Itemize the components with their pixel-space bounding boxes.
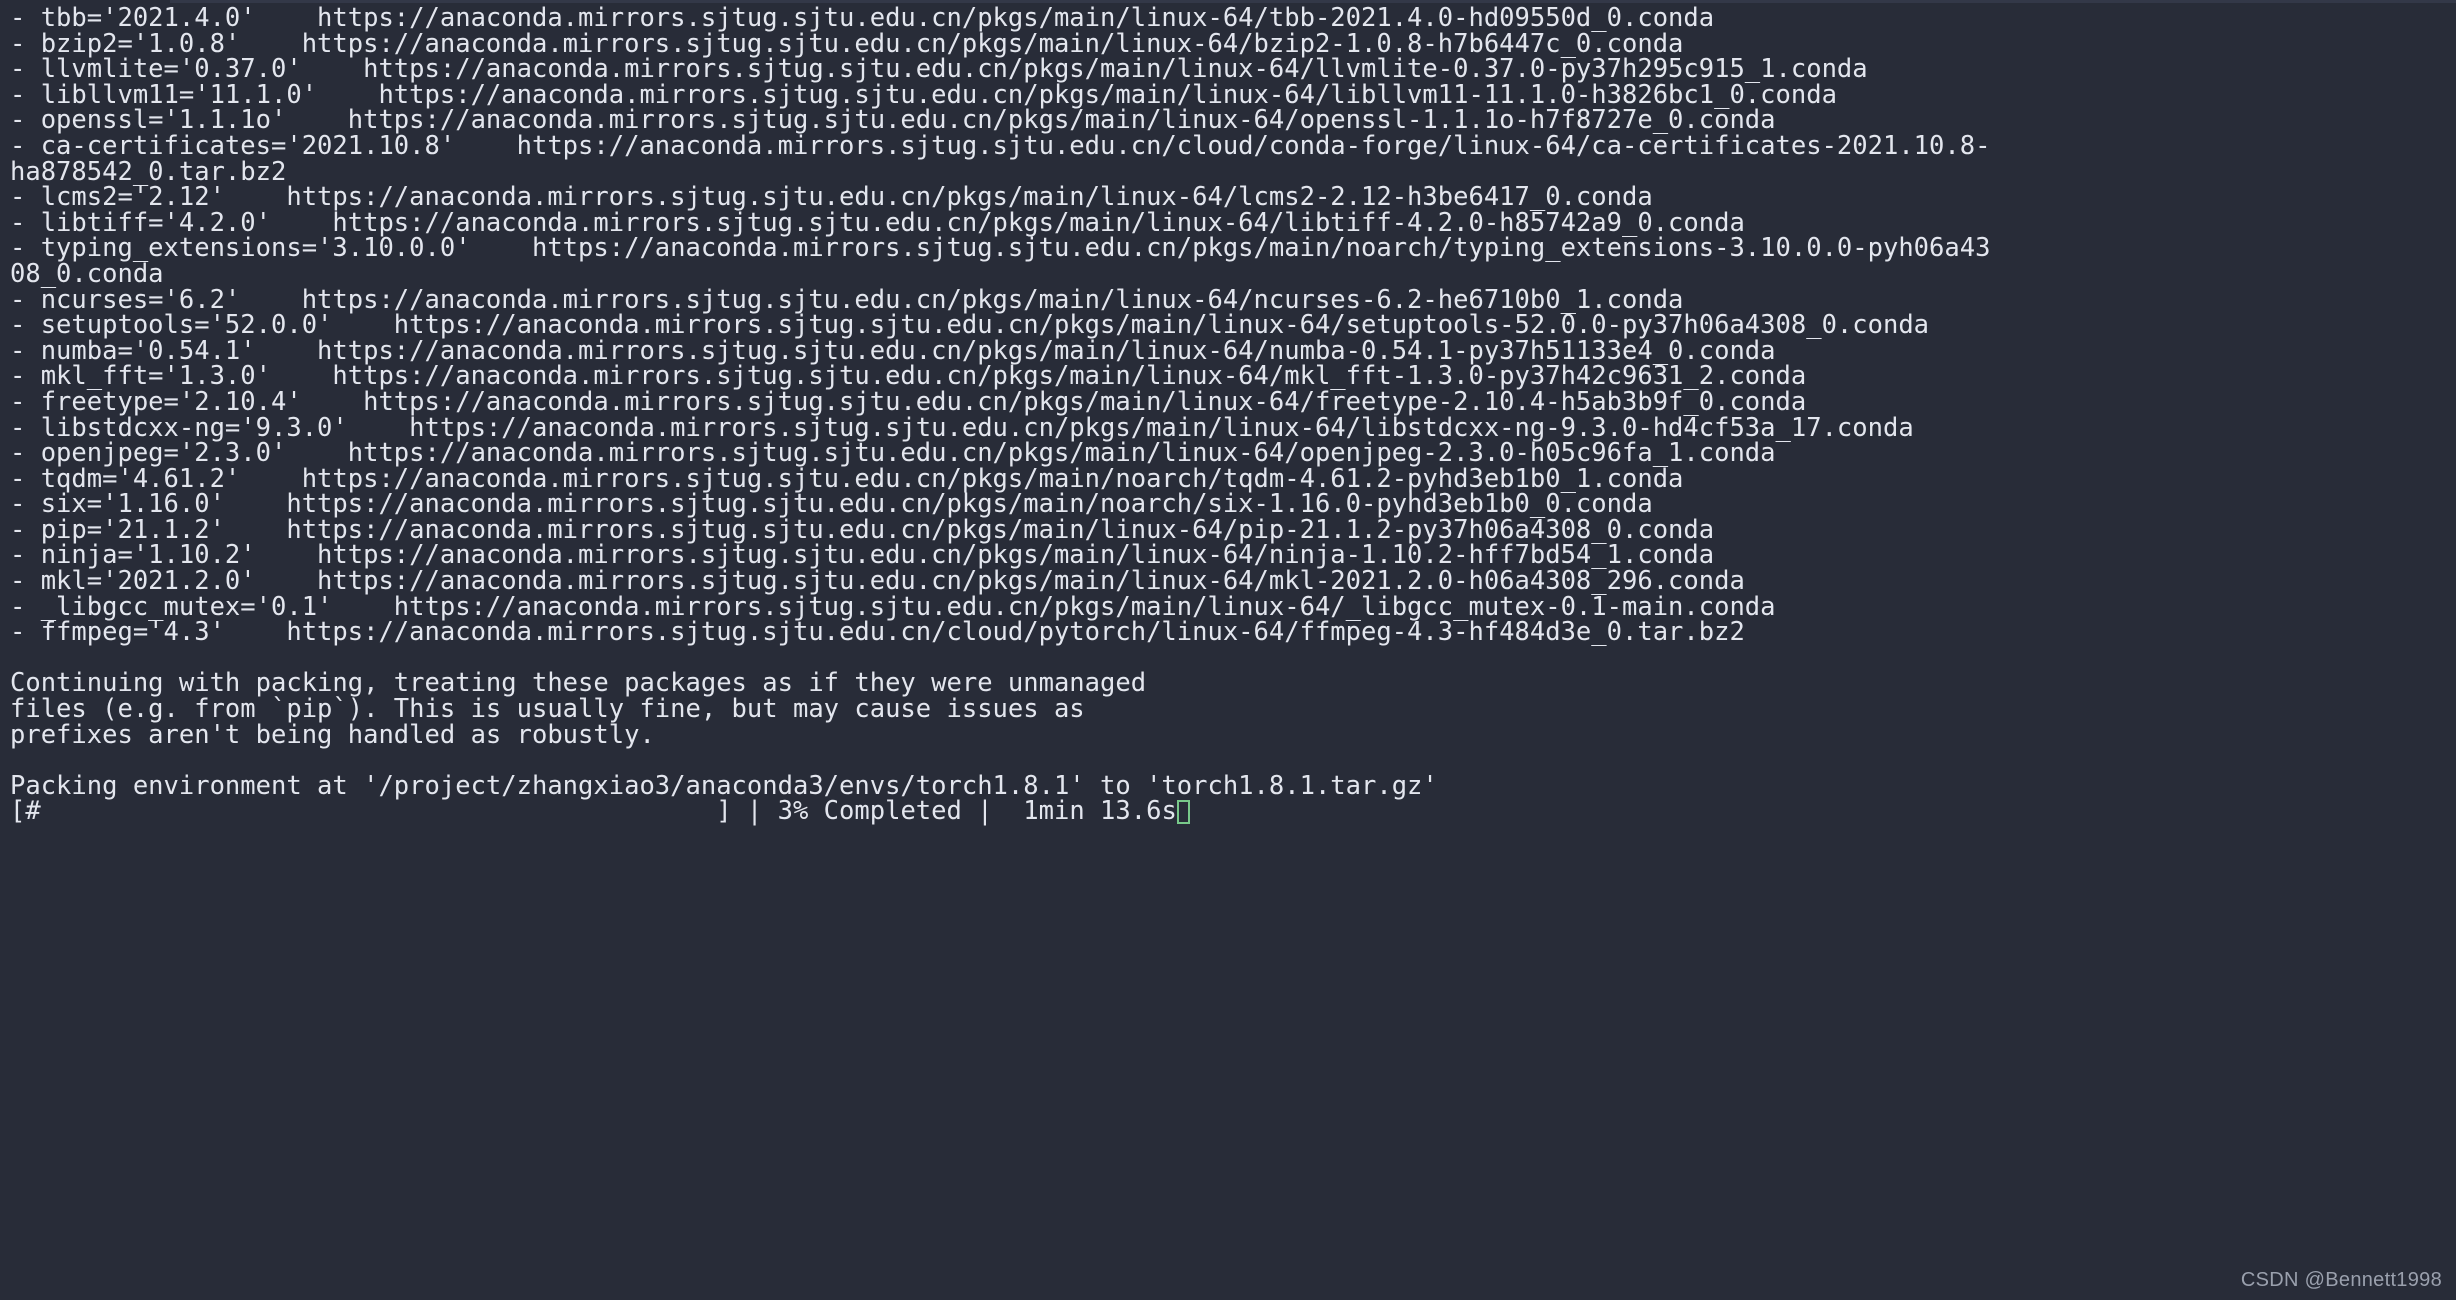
output-line: - llvmlite='0.37.0' https://anaconda.mir… xyxy=(10,54,1868,85)
progress-bar: [# ] xyxy=(10,796,732,827)
terminal-output-buffer[interactable]: - tbb='2021.4.0' https://anaconda.mirror… xyxy=(0,0,2456,825)
text-cursor xyxy=(1176,800,1190,825)
progress-percent: 3% Completed xyxy=(777,796,962,827)
progress-status-line: [# ] | 3% Completed | 1min 13.6s xyxy=(10,799,2456,825)
progress-separator: | xyxy=(961,796,1024,827)
terminal-window: - tbb='2021.4.0' https://anaconda.mirror… xyxy=(0,0,2456,1300)
output-line: - lcms2='2.12' https://anaconda.mirrors.… xyxy=(10,182,1653,213)
output-line: prefixes aren't being handled as robustl… xyxy=(10,719,655,750)
progress-elapsed-time: 1min 13.6s xyxy=(1023,796,1177,827)
output-line: - freetype='2.10.4' https://anaconda.mir… xyxy=(10,386,1807,417)
output-line: - tbb='2021.4.0' https://anaconda.mirror… xyxy=(10,3,1715,33)
output-line: - setuptools='52.0.0' https://anaconda.m… xyxy=(10,310,1930,341)
progress-separator: | xyxy=(731,796,778,827)
output-line: - mkl='2021.2.0' https://anaconda.mirror… xyxy=(10,566,1745,597)
output-line: - typing_extensions='3.10.0.0' https://a… xyxy=(10,233,1991,264)
output-line-wrapped: 08_0.conda xyxy=(10,258,164,289)
output-line: files (e.g. from `pip`). This is usually… xyxy=(10,694,1085,725)
output-line: - ffmpeg='4.3' https://anaconda.mirrors.… xyxy=(10,617,1745,648)
output-line: - openjpeg='2.3.0' https://anaconda.mirr… xyxy=(10,438,1776,469)
output-line: - ca-certificates='2021.10.8' https://an… xyxy=(10,130,1991,161)
csdn-watermark: CSDN @Bennett1998 xyxy=(2240,1269,2442,1291)
output-blank-line xyxy=(10,748,2456,774)
